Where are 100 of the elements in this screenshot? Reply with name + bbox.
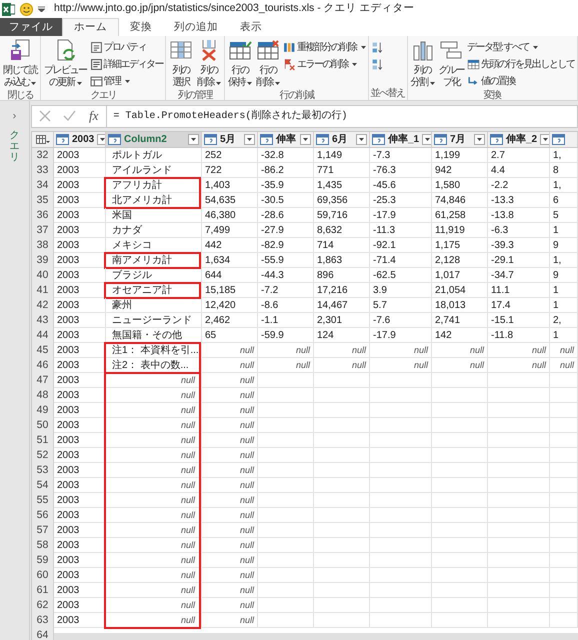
ribbon-button[interactable]: プレビュー の更新 [43,36,88,89]
row-number: 45 [32,343,54,358]
table-cell: 8,632 [314,223,370,238]
null-cell: null [106,613,202,628]
table-cell: 644 [202,268,258,283]
column-header[interactable]: 伸率 [258,132,314,147]
table-cell: 2003 [54,583,106,598]
row-number: 33 [32,163,54,178]
filter-dropdown[interactable] [97,134,105,145]
ribbon-tab[interactable]: ファイル [0,18,62,36]
table-cell: -45.6 [370,178,432,193]
ribbon-button[interactable]: 列の 選択 [168,36,194,89]
table-cell: 2003 [54,193,106,208]
ribbon-button[interactable]: 重複部分の削除 [283,39,366,55]
ribbon-button[interactable]: 値の置換 [467,73,574,89]
table-cell: 9 [550,238,578,253]
table-cell: 2, [550,313,578,328]
table-cell: 1,149 [314,148,370,163]
row-number: 47 [32,373,54,388]
table-cell: 2003 [54,493,106,508]
table-cell: 2003 [54,253,106,268]
ribbon-button[interactable]: グルー プ化 [438,36,465,89]
ribbon-tab[interactable]: 変換 [119,18,163,36]
ribbon-button[interactable]: データ型: すべて [467,39,574,55]
table-cell: -71.4 [370,253,432,268]
ribbon-tab[interactable]: 表示 [229,18,273,36]
table-cell: 2003 [54,433,106,448]
row-number: 58 [32,538,54,553]
column-header[interactable]: 伸率_1 [370,132,432,147]
null-cell: null [370,358,432,373]
filter-dropdown[interactable] [244,134,255,145]
customize-caret-icon[interactable] [38,6,45,12]
ribbon-button[interactable]: 先頭の行を見出しとして [467,56,574,72]
column-header[interactable]: Column2 [106,132,202,147]
filter-dropdown[interactable] [540,134,549,145]
ribbon-button[interactable]: 行の 保持 [227,36,253,89]
horizontal-scrollbar[interactable] [54,633,578,640]
null-cell: null [488,343,550,358]
ribbon-button[interactable]: 管理 [90,73,163,89]
table-menu-icon[interactable] [36,134,50,144]
row-number: 41 [32,283,54,298]
filter-dropdown[interactable] [474,134,485,145]
filter-dropdown[interactable] [356,134,367,145]
column-header[interactable]: 7月 [432,132,488,147]
table-cell: 5 [550,208,578,223]
column-header[interactable] [550,132,578,147]
null-cell: null [370,343,432,358]
table-cell: -62.5 [370,268,432,283]
table-cell: メキシコ [106,238,202,253]
column-header[interactable]: 伸率_2 [488,132,550,147]
null-cell: null [202,373,258,388]
column-header[interactable]: 6月 [314,132,370,147]
table-cell: 17.4 [488,298,550,313]
table-cell: 2003 [54,163,106,178]
row-number: 36 [32,208,54,223]
row-number: 35 [32,193,54,208]
expand-toggle[interactable]: › [12,111,16,122]
table-cell: 米国 [106,208,202,223]
table-cell: 2,741 [432,313,488,328]
null-cell: null [106,388,202,403]
null-cell: null [202,553,258,568]
row-number: 55 [32,493,54,508]
table-cell: 61,258 [432,208,488,223]
ribbon-button[interactable]: 詳細エディター [90,56,163,72]
null-cell: null [106,508,202,523]
table-cell: 2003 [54,508,106,523]
table-cell: 54,635 [202,193,258,208]
ribbon-button[interactable]: プロパティ [90,39,163,55]
table-cell: 442 [202,238,258,253]
filter-dropdown[interactable] [188,134,199,145]
caret-icon [359,138,364,141]
ribbon-button[interactable]: 閉じて読 み込む [2,36,38,89]
table-cell: ブラジル [106,268,202,283]
caret-icon [191,138,196,141]
table-cell: 注2： 表中の数... [106,358,202,373]
table-cell: -7.2 [258,283,314,298]
filter-dropdown[interactable] [422,134,431,145]
table-cell: -2.2 [488,178,550,193]
table-cell: 8 [550,163,578,178]
column-header[interactable]: 5月 [202,132,258,147]
table-cell: 12,420 [202,298,258,313]
spreadsheet-app-icon[interactable] [2,2,15,16]
table-cell: -59.9 [258,328,314,343]
null-cell: null [314,358,370,373]
ribbon-button[interactable]: 行の 削除 [255,36,281,89]
ribbon-button[interactable]: エラーの削除 [283,56,366,72]
table-cell: 142 [432,328,488,343]
ribbon-button[interactable]: 列の 削除 [196,36,222,89]
table-cell: 1, [550,178,578,193]
table-cell: 2003 [54,598,106,613]
column-type-icon [372,134,385,145]
row-number: 46 [32,358,54,373]
ribbon-button[interactable]: 列の 分割 [410,36,436,89]
table-cell: 1 [550,298,578,313]
function-button[interactable]: fx [89,106,98,126]
ribbon-tab[interactable]: ホーム [62,18,119,36]
ribbon-tab[interactable]: 列の追加 [163,18,229,36]
smiley-icon[interactable] [20,2,33,16]
table-cell: 1, [550,253,578,268]
filter-dropdown[interactable] [300,134,311,145]
